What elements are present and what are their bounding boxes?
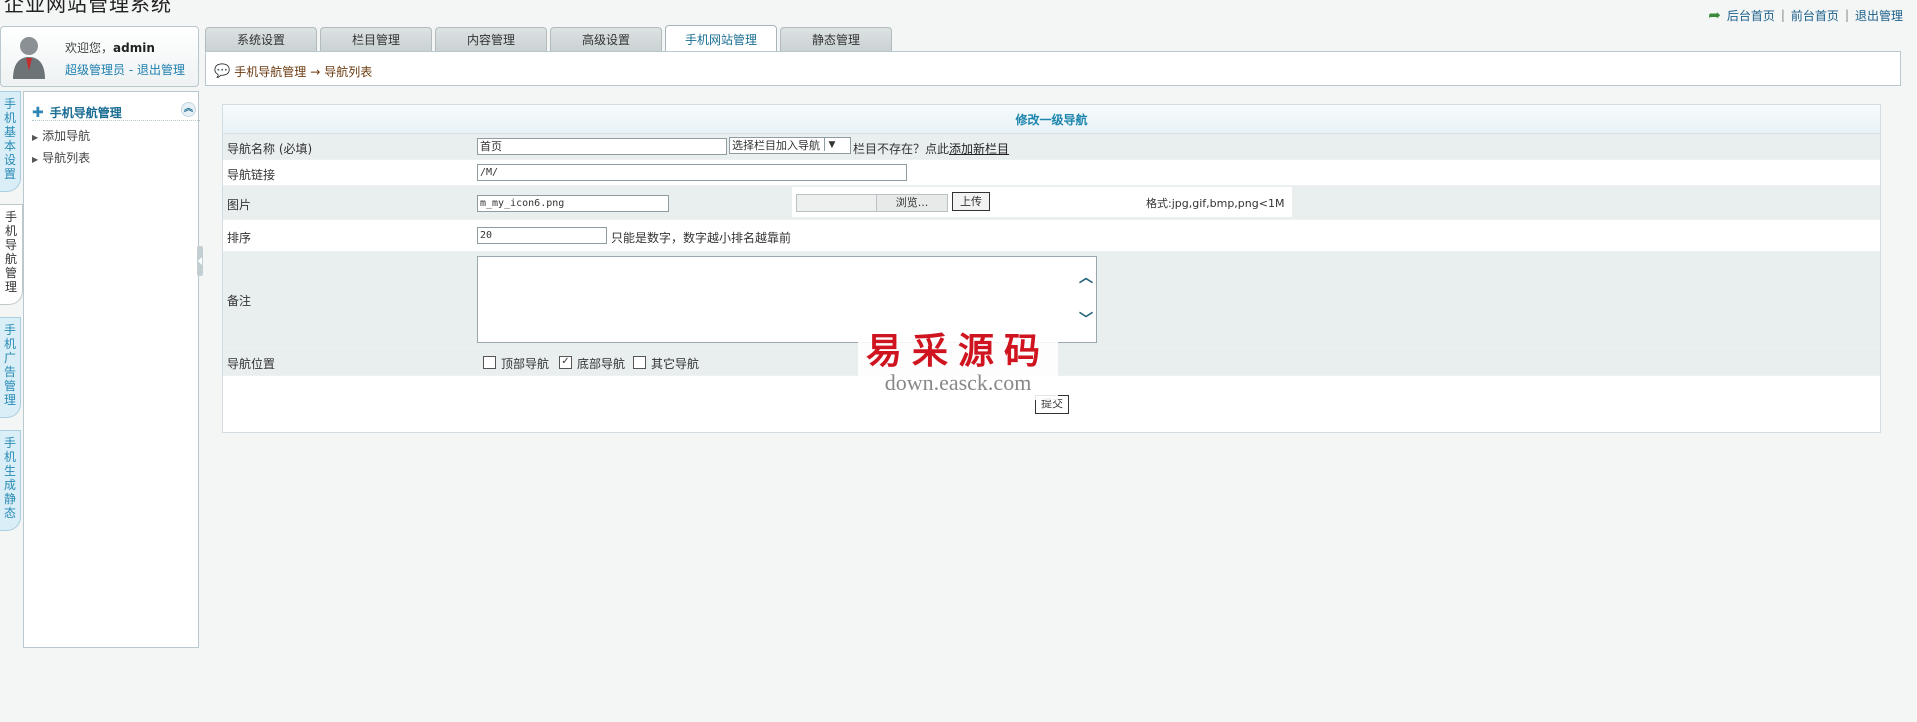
position-label: 导航位置: [227, 357, 276, 371]
tab-column-management[interactable]: 栏目管理: [320, 27, 432, 52]
column-select[interactable]: 选择栏目加入导航 ▼: [729, 137, 851, 154]
admin-home-link[interactable]: 后台首页: [1727, 7, 1775, 24]
user-links: 超级管理员 - 退出管理: [65, 63, 185, 77]
watermark-cn: 易采源码: [865, 330, 1050, 372]
row-image: 图片 m_my_icon6.png 浏览... 上传 格式:jpg,gif,bm…: [223, 186, 1880, 220]
side-tab-ad-management[interactable]: 手机广告管理: [0, 317, 21, 418]
system-title: 企业网站管理系统: [4, 0, 172, 16]
side-tab-nav-management[interactable]: 手机导航管理: [0, 204, 23, 305]
user-logout-link[interactable]: 退出管理: [137, 63, 185, 77]
breadcrumb: 💬 手机导航管理 → 导航列表: [214, 63, 372, 80]
avatar-icon: [13, 37, 45, 79]
row-sort: 排序 20 只能是数字，数字越小排名越靠前: [223, 220, 1880, 252]
checkbox-top-nav[interactable]: [483, 356, 496, 369]
checkbox-other-nav[interactable]: [633, 356, 646, 369]
panel-splitter-handle[interactable]: [197, 246, 203, 276]
site-home-link[interactable]: 前台首页: [1791, 7, 1839, 24]
breadcrumb-arrow: →: [310, 64, 321, 79]
file-path-field[interactable]: [796, 194, 878, 212]
breadcrumb-parent[interactable]: 手机导航管理: [234, 63, 306, 80]
sort-input[interactable]: 20: [477, 227, 607, 244]
image-path-input[interactable]: m_my_icon6.png: [477, 195, 669, 212]
tab-system-settings[interactable]: 系统设置: [205, 27, 317, 52]
logout-link[interactable]: 退出管理: [1855, 7, 1903, 24]
row-nav-name: 导航名称 (必填) 首页 选择栏目加入导航 ▼ 栏目不存在？点此添加新栏目: [223, 134, 1880, 160]
browse-button[interactable]: 浏览...: [876, 194, 948, 212]
add-column-link[interactable]: 添加新栏目: [949, 142, 1009, 156]
tab-advanced-settings[interactable]: 高级设置: [550, 27, 662, 52]
row-nav-link: 导航链接 /M/: [223, 160, 1880, 186]
welcome-text: 欢迎您，admin: [65, 41, 155, 55]
panel-title: 手机导航管理: [49, 106, 122, 120]
bottom-nav-label: 底部导航: [577, 357, 626, 371]
side-tabs: 手机基本设置 手机导航管理 手机广告管理 手机生成静态: [0, 91, 23, 543]
tab-content-management[interactable]: 内容管理: [435, 27, 547, 52]
top-nav-label: 顶部导航: [501, 357, 550, 371]
tab-static-management[interactable]: 静态管理: [780, 27, 892, 52]
watermark-en: down.easck.com: [884, 370, 1032, 395]
side-tab-generate-static[interactable]: 手机生成静态: [0, 430, 21, 531]
side-panel: ✚ 手机导航管理 ︽ ▶ 添加导航 ▶ 导航列表: [23, 91, 200, 648]
nav-name-input[interactable]: 首页: [477, 138, 727, 155]
chevron-up-icon[interactable]: ︿: [1079, 267, 1093, 287]
share-arrow-icon: ➦: [1708, 6, 1721, 24]
tab-mobile-site[interactable]: 手机网站管理: [665, 25, 777, 52]
top-links: ➦ 后台首页 | 前台首页 | 退出管理: [1708, 6, 1903, 24]
image-label: 图片: [227, 198, 252, 212]
triangle-right-icon: ▶: [32, 155, 39, 164]
sort-note: 只能是数字，数字越小排名越靠前: [611, 231, 792, 245]
form-title: 修改一级导航: [223, 105, 1880, 134]
side-menu: ▶ 添加导航 ▶ 导航列表: [32, 126, 90, 170]
side-tab-basic-settings[interactable]: 手机基本设置: [0, 91, 21, 192]
textarea-scrollbar[interactable]: ︿ ﹀: [1076, 257, 1096, 342]
separator: |: [1844, 8, 1849, 22]
format-note: 格式:jpg,gif,bmp,png<1M: [1146, 197, 1285, 210]
separator: |: [1780, 8, 1785, 22]
main-tabs: 系统设置 栏目管理 内容管理 高级设置 手机网站管理 静态管理: [205, 25, 892, 52]
breadcrumb-bar: 💬 手机导航管理 → 导航列表: [205, 51, 1901, 86]
nav-link-label: 导航链接: [227, 168, 276, 182]
sort-label: 排序: [227, 231, 252, 245]
upload-area: 浏览... 上传 格式:jpg,gif,bmp,png<1M: [792, 187, 1292, 217]
user-box: 欢迎您，admin 超级管理员 - 退出管理: [0, 26, 199, 87]
panel-header: ✚ 手机导航管理 ︽: [32, 102, 200, 121]
role-link[interactable]: 超级管理员: [65, 63, 125, 77]
menu-item-nav-list[interactable]: ▶ 导航列表: [32, 148, 90, 170]
nav-link-input[interactable]: /M/: [477, 164, 907, 181]
collapse-icon[interactable]: ︽: [181, 102, 196, 117]
chevron-down-icon[interactable]: ﹀: [1079, 309, 1093, 329]
triangle-right-icon: ▶: [32, 133, 39, 142]
chevron-down-icon: ▼: [824, 138, 839, 151]
plus-icon: ✚: [32, 105, 44, 121]
watermark: 易采源码 down.easck.com: [858, 322, 1058, 400]
upload-button[interactable]: 上传: [952, 192, 990, 211]
username: admin: [113, 41, 155, 55]
nav-name-label: 导航名称 (必填): [227, 142, 313, 156]
column-missing-note: 栏目不存在？点此添加新栏目: [853, 142, 1010, 156]
checkbox-bottom-nav[interactable]: ✓: [559, 356, 572, 369]
remark-label: 备注: [227, 294, 252, 308]
breadcrumb-current[interactable]: 导航列表: [324, 63, 372, 80]
other-nav-label: 其它导航: [651, 357, 700, 371]
speech-bubble-icon: 💬: [214, 64, 231, 79]
menu-item-add-nav[interactable]: ▶ 添加导航: [32, 126, 90, 148]
